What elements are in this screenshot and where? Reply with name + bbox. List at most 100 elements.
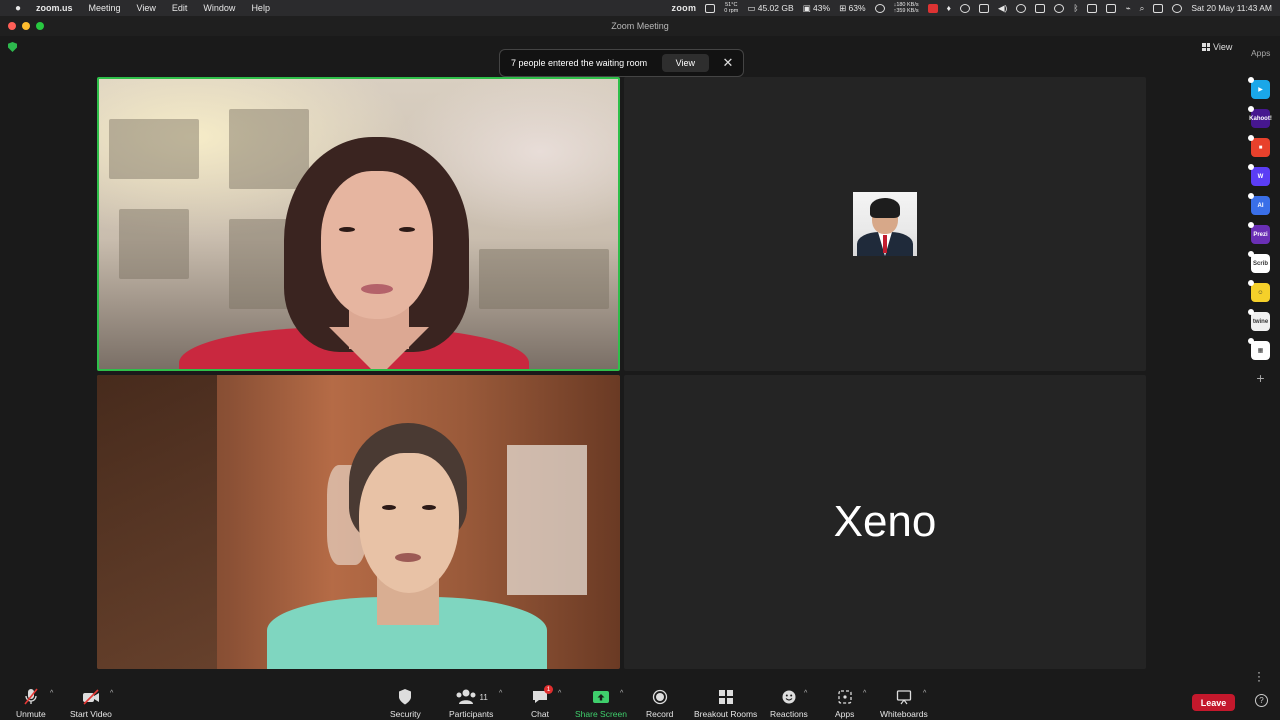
menu-window[interactable]: Window (203, 3, 235, 13)
window-minimize-button[interactable] (22, 22, 30, 30)
reactions-options-chevron-icon[interactable]: ^ (804, 690, 807, 697)
menu-edit[interactable]: Edit (172, 3, 188, 13)
battery-stats-icon[interactable] (705, 3, 716, 13)
bluetooth-icon[interactable]: ᛒ (1073, 3, 1078, 13)
app-w-icon[interactable]: W (1248, 164, 1270, 186)
wifi-off-icon[interactable]: ⌁ (1125, 3, 1130, 14)
reactions-button[interactable]: Reactions (770, 688, 808, 719)
smiley-icon (782, 690, 796, 704)
apple-icon[interactable]: ● (12, 3, 24, 14)
share-screen-label: Share Screen (575, 709, 627, 719)
participant-video (99, 79, 618, 369)
app-glyph: W (1257, 173, 1264, 180)
share-screen-icon (592, 691, 609, 703)
apps-options-chevron-icon[interactable]: ^ (863, 690, 866, 697)
sync-icon[interactable] (874, 3, 885, 13)
participants-options-chevron-icon[interactable]: ^ (499, 690, 502, 697)
menu-app-name[interactable]: zoom.us (36, 3, 73, 13)
app-ai-icon[interactable]: AI (1248, 193, 1270, 215)
net-up-readout: ↑359 KB/s (893, 8, 919, 14)
zoom-status-item[interactable]: zoom (672, 3, 697, 13)
unmute-label: Unmute (16, 709, 46, 719)
display-icon[interactable] (1035, 3, 1046, 13)
share-options-chevron-icon[interactable]: ^ (620, 690, 623, 697)
app-kahoot-icon[interactable]: Kahoot! (1248, 106, 1272, 128)
drop-icon[interactable]: ♦ (947, 3, 951, 13)
chat-button[interactable]: 1 Chat (531, 685, 553, 719)
grid-view-icon (1202, 43, 1210, 51)
spotlight-icon[interactable]: ⌕ (1140, 3, 1145, 14)
memory-status[interactable]: ⊞ 63% (839, 3, 866, 14)
view-layout-button[interactable]: View (1202, 42, 1232, 52)
network-status[interactable]: ↓180 KB/s ↑359 KB/s (894, 2, 919, 14)
clipboard-icon[interactable] (978, 3, 989, 13)
app-grid-icon[interactable]: ▦ (1248, 338, 1270, 360)
menu-meeting[interactable]: Meeting (89, 3, 121, 13)
cloud-icon[interactable] (959, 3, 970, 13)
app-twine-icon[interactable]: twine (1248, 309, 1270, 331)
apps-button[interactable]: Apps (835, 688, 854, 719)
cpu-readout: 43% (813, 2, 831, 13)
breakout-rooms-label: Breakout Rooms (694, 709, 758, 719)
disk-status[interactable]: ▭ 45.02 GB (747, 3, 793, 14)
start-video-label: Start Video (70, 709, 112, 719)
record-icon (652, 689, 667, 705)
cpu-status[interactable]: ▣ 43% (803, 3, 830, 14)
unmute-button[interactable]: Unmute (16, 688, 46, 719)
window-title: Zoom Meeting (611, 21, 669, 31)
waiting-room-view-button[interactable]: View (661, 54, 709, 72)
app-glyph: ▶ (1258, 87, 1263, 93)
help-icon[interactable]: ? (1255, 694, 1268, 707)
apps-rail-label[interactable]: Apps (1251, 48, 1270, 58)
menu-view[interactable]: View (137, 3, 156, 13)
add-app-icon[interactable]: + (1251, 370, 1270, 386)
app-glyph: Scrib (1252, 260, 1268, 267)
record-button[interactable]: Record (646, 688, 673, 719)
menu-help[interactable]: Help (251, 3, 270, 13)
encryption-shield-icon[interactable] (8, 42, 17, 52)
app-glyph: twine (1252, 318, 1269, 325)
security-button[interactable]: Security (390, 688, 421, 719)
app-1-icon[interactable]: ▶ (1248, 77, 1270, 99)
video-tile-participant[interactable] (97, 375, 620, 669)
control-center-icon[interactable] (1153, 3, 1164, 13)
app-prezi-icon[interactable]: Prezi (1248, 222, 1270, 244)
calendar-icon[interactable] (927, 3, 938, 13)
apps-rail: ▶ Kahoot! ■ W AI Prezi Scrib ☺ twine ▦ + (1248, 77, 1272, 386)
app-emoji-icon[interactable]: ☺ (1248, 280, 1270, 302)
video-options-chevron-icon[interactable]: ^ (110, 690, 113, 697)
app-glyph: ☺ (1257, 289, 1264, 296)
app-status-dot (1248, 106, 1254, 112)
video-tile-name-only[interactable]: Xeno (624, 375, 1146, 669)
window-close-button[interactable] (8, 22, 16, 30)
temp-fan-status[interactable]: 51°C 0 rpm (724, 2, 738, 14)
user-icon[interactable] (1054, 3, 1065, 13)
battery-icon[interactable] (1106, 3, 1117, 13)
more-options-icon[interactable]: · · · (1257, 666, 1261, 686)
app-status-dot (1248, 222, 1254, 228)
app-scribble-icon[interactable]: Scrib (1248, 251, 1270, 273)
help-menu-icon[interactable] (1016, 3, 1027, 13)
close-icon[interactable]: ✕ (719, 55, 737, 71)
start-video-button[interactable]: Start Video (70, 688, 112, 719)
input-source-icon[interactable] (1087, 3, 1098, 13)
audio-options-chevron-icon[interactable]: ^ (50, 690, 53, 697)
volume-icon[interactable]: ◀) (998, 3, 1007, 14)
video-tile-avatar[interactable] (624, 77, 1146, 371)
whiteboard-icon (896, 690, 912, 705)
security-label: Security (390, 709, 421, 719)
app-3-icon[interactable]: ■ (1248, 135, 1270, 157)
menubar-clock[interactable]: Sat 20 May 11:43 AM (1191, 3, 1272, 13)
whiteboards-button[interactable]: Whiteboards (880, 688, 928, 719)
breakout-rooms-icon (718, 690, 733, 704)
chat-options-chevron-icon[interactable]: ^ (558, 690, 561, 697)
video-tile-active-speaker[interactable] (97, 77, 620, 371)
chat-unread-badge: 1 (544, 685, 553, 694)
leave-button[interactable]: Leave (1192, 694, 1235, 711)
disk-readout: 45.02 GB (757, 2, 794, 13)
participants-button[interactable]: 11 Participants (449, 688, 493, 719)
window-maximize-button[interactable] (36, 22, 44, 30)
breakout-rooms-button[interactable]: Breakout Rooms (694, 688, 757, 719)
siri-icon[interactable] (1172, 3, 1183, 13)
whiteboards-options-chevron-icon[interactable]: ^ (923, 690, 926, 697)
